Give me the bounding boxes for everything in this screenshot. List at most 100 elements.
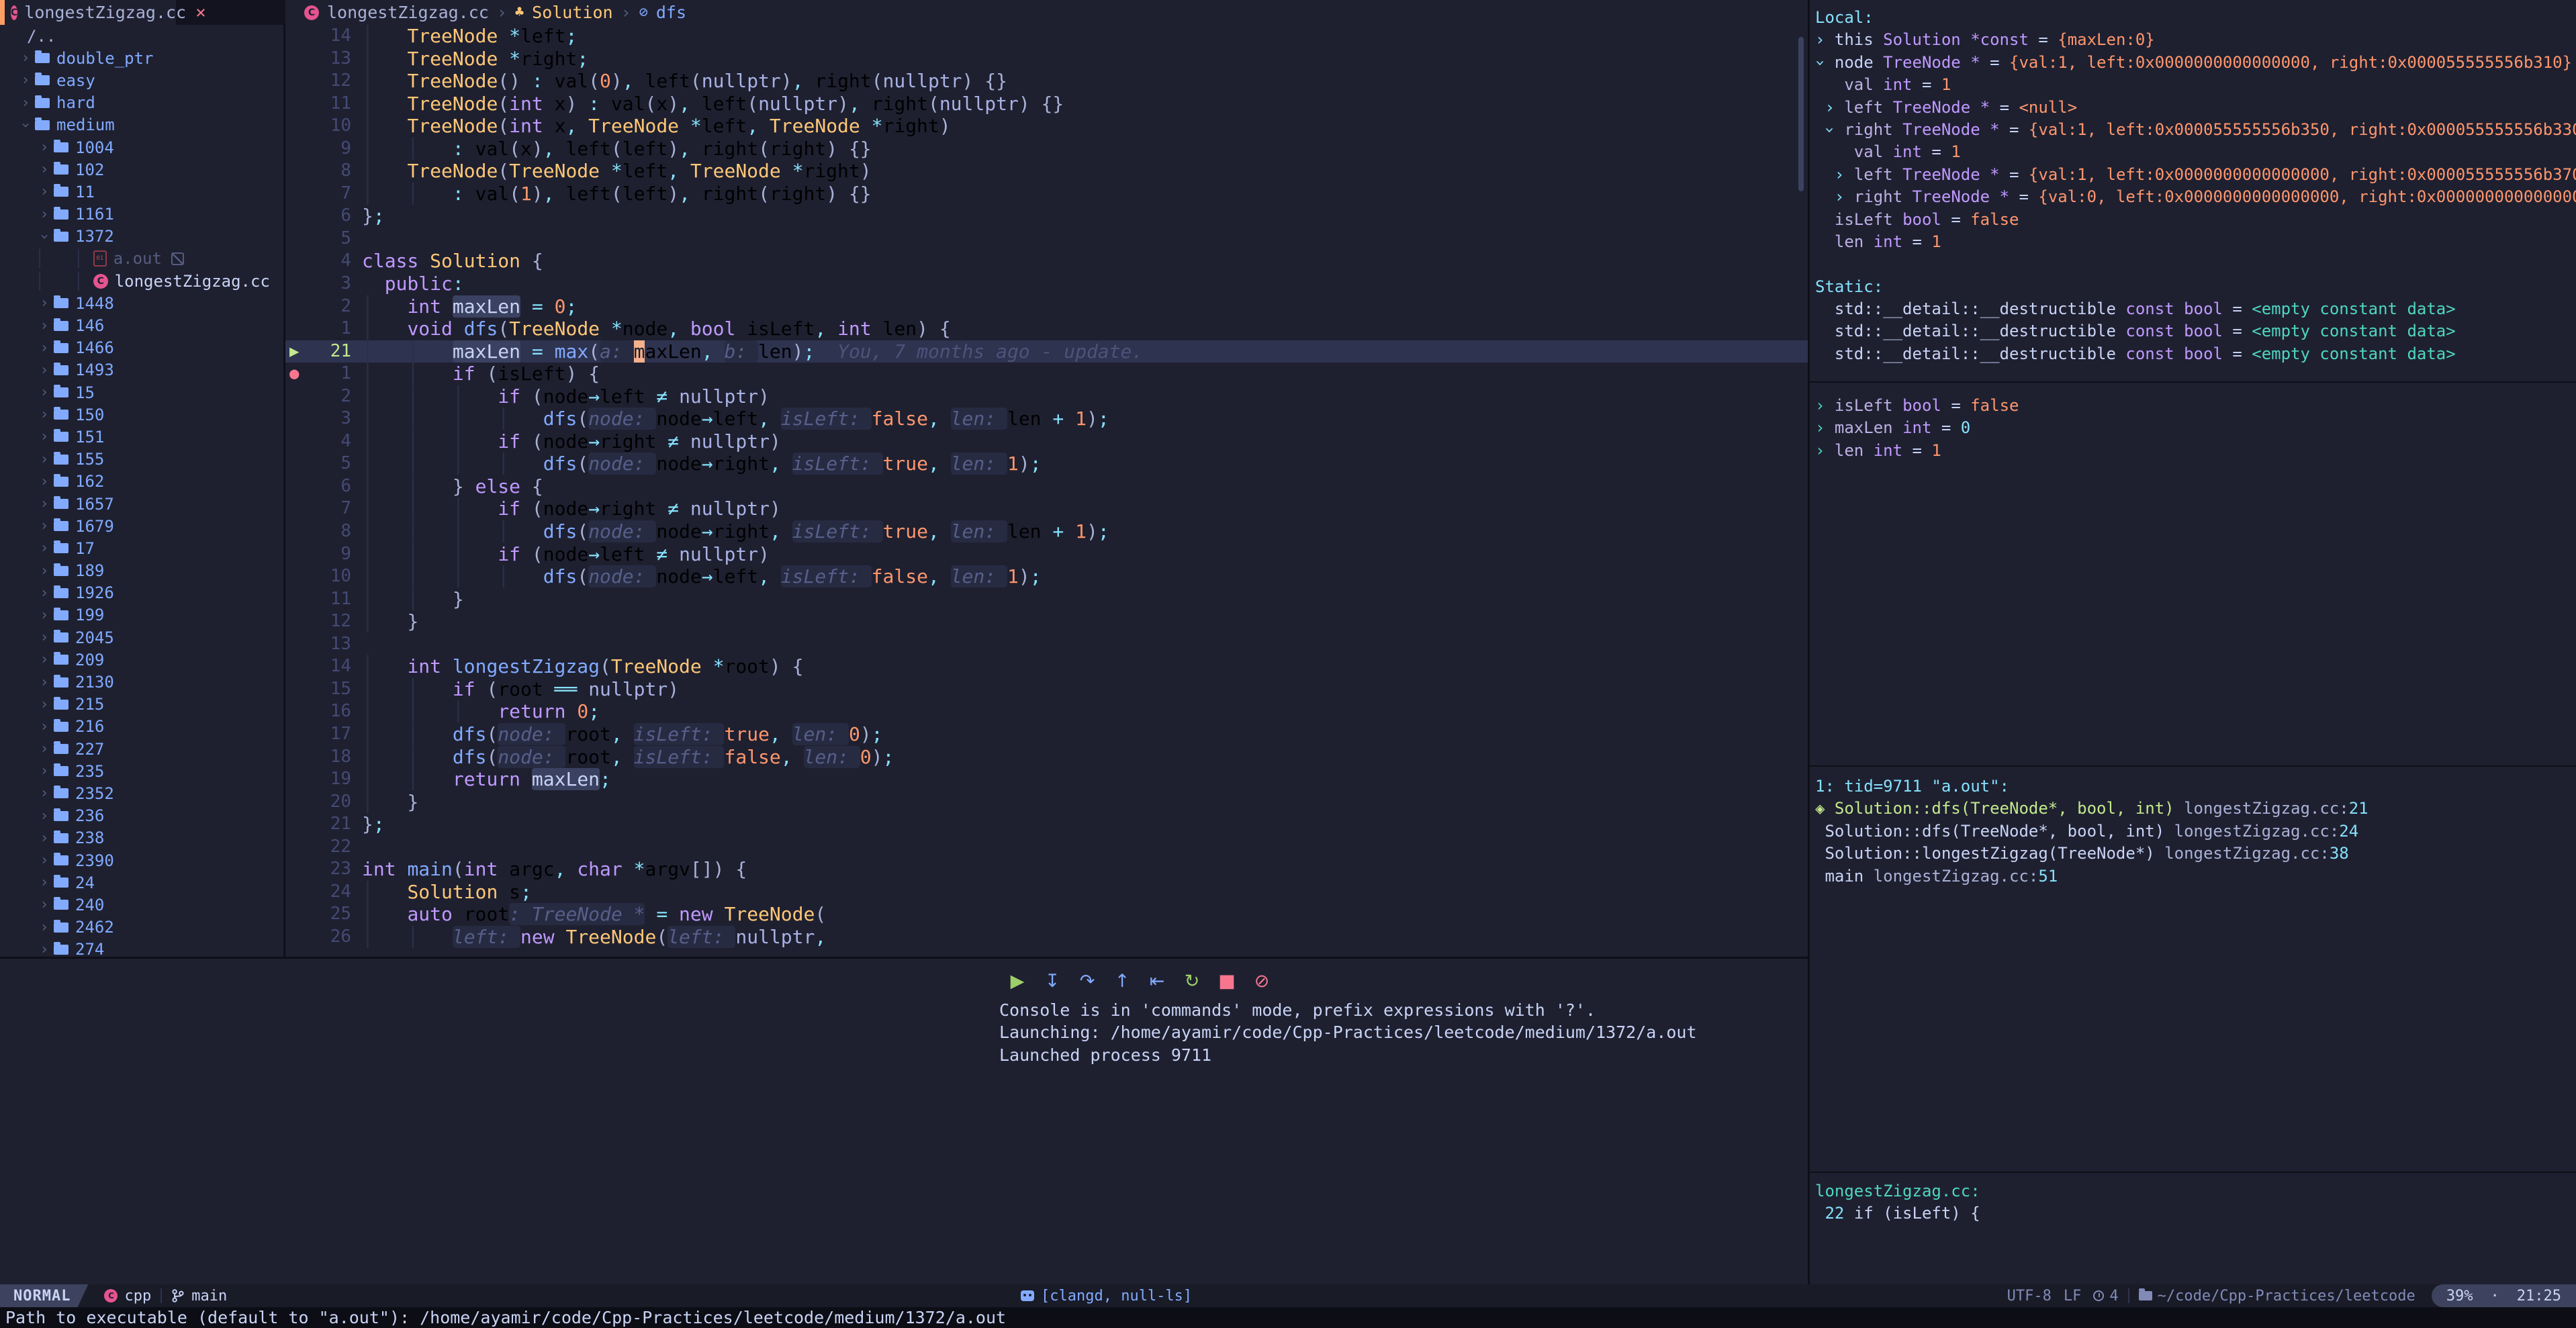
tree-item-209[interactable]: ›209: [0, 649, 283, 671]
chevron-right-icon[interactable]: ›: [35, 896, 54, 913]
code-line[interactable]: 5: [285, 228, 1808, 250]
tree-item-1679[interactable]: ›1679: [0, 515, 283, 537]
panel-row[interactable]: std::__detail::__destructible const bool…: [1815, 320, 2576, 342]
tree-item-double_ptr[interactable]: ›double_ptr: [0, 47, 283, 69]
chevron-right-icon[interactable]: ›: [35, 161, 54, 178]
panel-row[interactable]: val int = 1: [1815, 74, 2576, 96]
chevron-right-icon[interactable]: ›: [35, 206, 54, 223]
panel-row[interactable]: › len int = 1: [1815, 440, 2576, 462]
tree-item-240[interactable]: ›240: [0, 894, 283, 916]
code-line[interactable]: 4│ │ │ if (node→right ≠ nullptr): [285, 430, 1808, 453]
code-line[interactable]: 13: [285, 633, 1808, 656]
breadcrumb-method[interactable]: dfs: [656, 3, 686, 22]
tree-item-189[interactable]: ›189: [0, 560, 283, 582]
filetype-segment[interactable]: C cpp: [104, 1288, 151, 1305]
step-out-icon[interactable]: ↑: [1112, 971, 1132, 992]
tree-item-longestZigzag.cc[interactable]: │ │ ClongestZigzag.cc: [0, 270, 283, 292]
panel-row[interactable]: › left TreeNode * = {val:1, left:0x00000…: [1815, 164, 2576, 186]
tree-item-1493[interactable]: ›1493: [0, 359, 283, 381]
chevron-right-icon[interactable]: ›: [35, 741, 54, 757]
code-line[interactable]: 8│ │ │ │ dfs(node: node→right, isLeft: t…: [285, 520, 1808, 543]
code-line[interactable]: 2│ int maxLen = 0;: [285, 295, 1808, 318]
tab-longestZigzag[interactable]: C longestZigzag.cc ×: [0, 0, 176, 25]
tree-item-hard[interactable]: ›hard: [0, 92, 283, 114]
chevron-right-icon[interactable]: ›: [35, 473, 54, 490]
code-line[interactable]: 24│ Solution s;: [285, 881, 1808, 904]
panel-divider[interactable]: [1810, 1172, 2576, 1173]
lsp-segment[interactable]: [clangd, null-ls]: [1021, 1288, 1192, 1305]
chevron-right-icon[interactable]: ›: [35, 830, 54, 847]
tree-item-236[interactable]: ›236: [0, 805, 283, 827]
chevron-right-icon[interactable]: ›: [35, 563, 54, 579]
tree-item-17[interactable]: ›17: [0, 537, 283, 559]
code-line[interactable]: 11│ │ }: [285, 588, 1808, 611]
code-line[interactable]: 17│ │ dfs(node: root, isLeft: true, len:…: [285, 723, 1808, 746]
code-line[interactable]: 7│ │ │ if (node→right ≠ nullptr): [285, 497, 1808, 520]
code-line[interactable]: 15│ │ if (root ══ nullptr): [285, 678, 1808, 701]
code-line[interactable]: 4class Solution {: [285, 250, 1808, 273]
code-line[interactable]: 6};: [285, 205, 1808, 228]
tree-item-1004[interactable]: ›1004: [0, 136, 283, 158]
code-line[interactable]: 12│ }: [285, 610, 1808, 633]
tree-item-easy[interactable]: ›easy: [0, 69, 283, 91]
code-editor[interactable]: 14│ TreeNode *left;13│ TreeNode *right;1…: [285, 25, 1808, 957]
current-code-line[interactable]: ▶21│ │ maxLen = max(a: maxLen, b: len); …: [285, 340, 1808, 363]
tree-item-146[interactable]: ›146: [0, 314, 283, 336]
close-icon[interactable]: ×: [195, 3, 206, 23]
disconnect-icon[interactable]: ⊘: [1252, 971, 1272, 992]
scopes-section[interactable]: Local:› this Solution *const = {maxLen:0…: [1815, 7, 2576, 376]
code-line[interactable]: 5│ │ │ │ dfs(node: node→right, isLeft: t…: [285, 453, 1808, 475]
panel-row[interactable]: main longestZigzag.cc:51: [1815, 865, 2576, 888]
tree-item-215[interactable]: ›215: [0, 694, 283, 716]
chevron-right-icon[interactable]: ›: [35, 318, 54, 334]
code-line[interactable]: ●1│ │ if (isLeft) {: [285, 363, 1808, 385]
tree-item-1161[interactable]: ›1161: [0, 203, 283, 226]
git-branch-segment[interactable]: main: [171, 1288, 227, 1305]
code-line[interactable]: 20│ }: [285, 791, 1808, 814]
chevron-right-icon[interactable]: ›: [35, 651, 54, 668]
panel-row[interactable]: longestZigzag.cc:: [1815, 1180, 2576, 1202]
chevron-down-icon[interactable]: ›: [36, 227, 53, 246]
tree-item-227[interactable]: ›227: [0, 738, 283, 760]
code-line[interactable]: 22: [285, 836, 1808, 859]
code-line[interactable]: 2│ │ │ if (node→left ≠ nullptr): [285, 385, 1808, 408]
chevron-right-icon[interactable]: ›: [35, 540, 54, 557]
panel-row[interactable]: › right TreeNode * = {val:1, left:0x0000…: [1815, 119, 2576, 141]
tree-item-1466[interactable]: ›1466: [0, 337, 283, 359]
tree-item-102[interactable]: ›102: [0, 158, 283, 181]
code-line[interactable]: 1│ void dfs(TreeNode *node, bool isLeft,…: [285, 318, 1808, 340]
code-line[interactable]: 14│ int longestZigzag(TreeNode *root) {: [285, 655, 1808, 678]
stop-icon[interactable]: ■: [1217, 971, 1237, 992]
breakpoint-icon[interactable]: ●: [285, 363, 310, 385]
panel-divider[interactable]: [1810, 765, 2576, 767]
panel-row[interactable]: std::__detail::__destructible const bool…: [1815, 298, 2576, 320]
tree-item-1657[interactable]: ›1657: [0, 493, 283, 515]
panel-row[interactable]: › isLeft bool = false: [1815, 395, 2576, 417]
chevron-right-icon[interactable]: ›: [35, 451, 54, 468]
chevron-right-icon[interactable]: ›: [35, 674, 54, 691]
panel-row[interactable]: Local:: [1815, 7, 2576, 29]
tree-item-medium[interactable]: ›medium: [0, 114, 283, 136]
panel-row[interactable]: Launched process 9711: [999, 1044, 1697, 1066]
tree-item-1926[interactable]: ›1926: [0, 582, 283, 604]
panel-row[interactable]: 1: tid=9711 "a.out":: [1815, 775, 2576, 798]
chevron-right-icon[interactable]: ›: [35, 340, 54, 357]
tree-item-a.out[interactable]: │ │ 01a.out: [0, 248, 283, 270]
chevron-down-icon[interactable]: ›: [17, 115, 34, 134]
panel-row[interactable]: Console is in 'commands' mode, prefix ex…: [999, 999, 1697, 1021]
chevron-right-icon[interactable]: ›: [35, 384, 54, 401]
code-line[interactable]: 11│ TreeNode(int x) : val(x), left(nullp…: [285, 93, 1808, 115]
code-line[interactable]: 3 public:: [285, 273, 1808, 295]
tree-item-2352[interactable]: ›2352: [0, 782, 283, 804]
chevron-right-icon[interactable]: ›: [35, 718, 54, 735]
chevron-right-icon[interactable]: ›: [35, 808, 54, 824]
chevron-right-icon[interactable]: ›: [35, 295, 54, 312]
tree-item-1372[interactable]: ›1372: [0, 226, 283, 248]
chevron-right-icon[interactable]: ›: [35, 518, 54, 534]
tree-item-24[interactable]: ›24: [0, 871, 283, 894]
panel-row[interactable]: › maxLen int = 0: [1815, 417, 2576, 439]
panel-row[interactable]: Static:: [1815, 276, 2576, 298]
restart-icon[interactable]: ↻: [1182, 971, 1202, 992]
panel-row[interactable]: › left TreeNode * = <null>: [1815, 97, 2576, 119]
code-line[interactable]: 12│ TreeNode() : val(0), left(nullptr), …: [285, 70, 1808, 93]
